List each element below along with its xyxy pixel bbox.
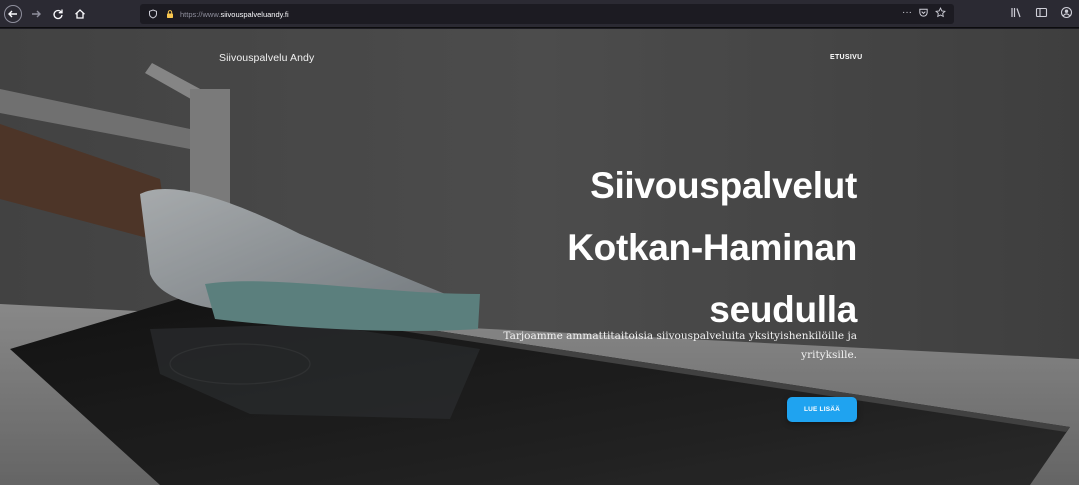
url-host: siivouspalveluandy.fi — [220, 9, 289, 19]
hero-title: Siivouspalvelut Kotkan-Haminan seudulla — [457, 155, 857, 341]
hero-title-line: Siivouspalvelut — [590, 165, 857, 206]
arrow-right-icon — [32, 10, 41, 17]
account-icon[interactable] — [1060, 6, 1073, 19]
nav-link-etusivu[interactable]: ETUSIVU — [830, 54, 862, 61]
url-text[interactable]: https://www.siivouspalveluandy.fi — [180, 10, 289, 19]
bookmark-star-icon[interactable] — [935, 7, 946, 18]
forward-button[interactable] — [28, 6, 44, 22]
address-bar[interactable]: https://www.siivouspalveluandy.fi ··· — [140, 4, 954, 24]
hero-title-line: Kotkan-Haminan — [567, 227, 857, 268]
reload-icon — [53, 9, 63, 19]
home-icon — [75, 8, 85, 19]
hero-subtitle: Tarjoamme ammattitaitoisia siivouspalvel… — [497, 327, 857, 365]
reload-button[interactable] — [50, 6, 66, 22]
read-more-button[interactable]: LUE LISÄÄ — [787, 397, 857, 422]
lock-icon[interactable] — [165, 9, 175, 19]
library-icon[interactable] — [1010, 6, 1023, 19]
arrow-left-icon — [8, 10, 17, 17]
site-brand[interactable]: Siivouspalvelu Andy — [219, 52, 314, 64]
hero-subtitle-line: Tarjoamme ammattitaitoisia siivouspalvel… — [503, 330, 857, 342]
toolbar-right — [1010, 6, 1073, 19]
url-scheme: https://www. — [180, 9, 221, 19]
tracking-shield-icon[interactable] — [148, 9, 158, 19]
url-actions: ··· — [902, 7, 946, 18]
web-page: Siivouspalvelu Andy ETUSIVU Siivouspalve… — [0, 29, 1079, 485]
sidebar-icon[interactable] — [1035, 6, 1048, 19]
browser-toolbar: https://www.siivouspalveluandy.fi ··· — [0, 0, 1079, 28]
hero-subtitle-line: yrityksille. — [801, 349, 857, 361]
page-actions-menu[interactable]: ··· — [902, 7, 912, 18]
back-button[interactable] — [4, 4, 22, 23]
home-button[interactable] — [72, 6, 88, 22]
pocket-icon[interactable] — [918, 7, 929, 18]
